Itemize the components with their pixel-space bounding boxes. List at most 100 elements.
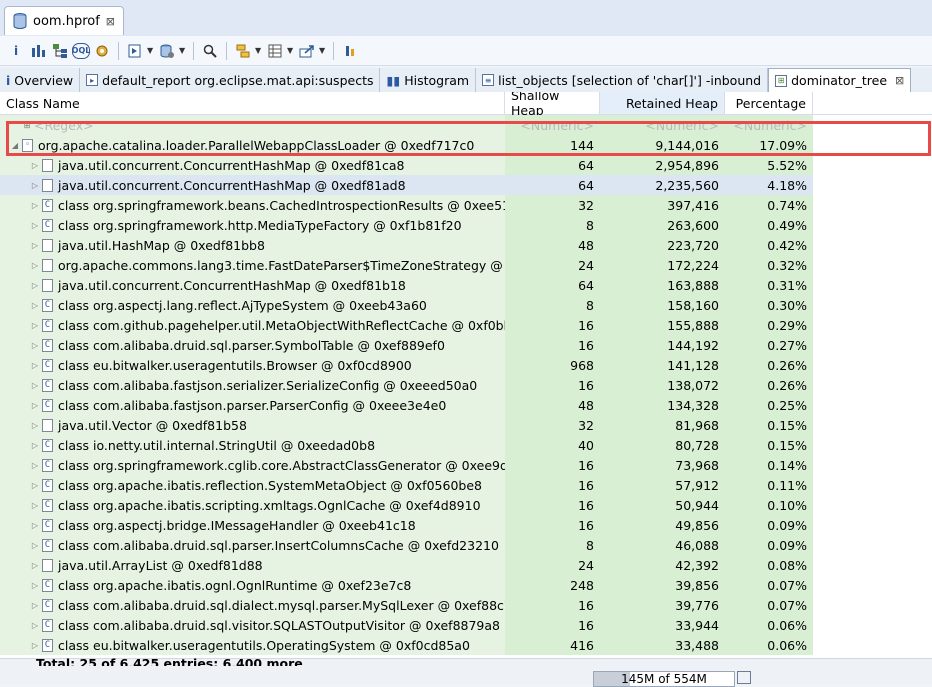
run-report-icon[interactable] [125,41,145,61]
garbage-collect-icon[interactable] [737,671,751,684]
row-retained: 50,944 [675,497,719,513]
chevron-right-icon[interactable]: ▷ [28,621,42,630]
chevron-right-icon[interactable]: ▷ [28,241,42,250]
export-icon[interactable] [297,41,317,61]
chevron-right-icon[interactable]: ▷ [28,501,42,510]
query-browser-icon[interactable] [157,41,177,61]
class-icon: C [42,578,53,592]
object-icon [42,558,53,572]
chevron-right-icon[interactable]: ▷ [28,221,42,230]
pin-icon[interactable] [340,41,360,61]
tab-dominator-tree[interactable]: ⊞ dominator_tree ⊠ [768,68,912,92]
class-icon: C [42,518,53,532]
tab-default-report[interactable]: ▸ default_report org.eclipse.mat.api:sus… [80,68,381,92]
tab-overview[interactable]: i Overview [0,68,81,92]
table-row[interactable]: ▷ Cclass com.alibaba.druid.sql.parser.Sym… [0,335,813,355]
tab-list-objects[interactable]: ≡ list_objects [selection of 'char[]'] -… [476,68,769,92]
table-row[interactable]: ▷ Cclass org.springframework.cglib.core.A… [0,455,813,475]
thread-icon[interactable] [92,41,112,61]
chevron-right-icon[interactable]: ▷ [28,521,42,530]
close-icon[interactable]: ⊠ [895,74,904,87]
table-row[interactable]: ▷ Cclass eu.bitwalker.useragentutils.Brow… [0,355,813,375]
chevron-down-icon[interactable]: ▼ [147,46,155,55]
info-icon[interactable]: i [6,41,26,61]
chevron-right-icon[interactable]: ▷ [28,341,42,350]
editor-tab-oom-hprof[interactable]: oom.hprof ⊠ [4,6,125,35]
column-header-shallow-heap[interactable]: Shallow Heap [505,92,600,118]
row-retained: 46,088 [675,537,719,553]
table-row[interactable]: ▷ Cclass eu.bitwalker.useragentutils.Oper… [0,635,813,655]
chevron-down-icon[interactable]: ▼ [179,46,187,55]
chevron-right-icon[interactable]: ▷ [28,541,42,550]
calculate-icon[interactable] [265,41,285,61]
table-row[interactable]: ▷ Cclass com.alibaba.druid.sql.visitor.SQ… [0,615,813,635]
heap-dump-icon [13,13,27,29]
table-row[interactable]: ▷ Cclass io.netty.util.internal.StringUti… [0,435,813,455]
toolbar-separator [226,41,227,60]
row-shallow: 16 [578,617,594,633]
toolbar-separator [193,41,194,60]
chevron-right-icon[interactable]: ▷ [28,301,42,310]
row-percentage: 0.06% [767,637,807,653]
table-row[interactable]: ▷ Cclass com.alibaba.druid.sql.parser.Ins… [0,535,813,555]
chevron-right-icon[interactable]: ▷ [28,261,42,270]
table-row[interactable]: ▷ java.util.Vector @ 0xedf81b58 32 81,968 0.… [0,415,813,435]
histogram-icon[interactable] [28,41,48,61]
chevron-right-icon[interactable]: ▷ [28,361,42,370]
table-row[interactable]: ▷ java.util.concurrent.ConcurrentHashMap … [0,275,813,295]
table-row[interactable]: ▷ Cclass org.springframework.http.MediaTy… [0,215,813,235]
column-header-retained-heap[interactable]: Retained Heap [600,92,725,114]
chevron-right-icon[interactable]: ▷ [28,321,42,330]
table-row[interactable]: ▷ Cclass com.alibaba.fastjson.parser.Pars… [0,395,813,415]
chevron-down-icon[interactable]: ▼ [319,46,327,55]
chevron-down-icon[interactable]: ▼ [287,46,295,55]
tab-label: Histogram [404,72,470,88]
table-row[interactable]: ▷ Cclass org.apache.ibatis.scripting.xmlt… [0,495,813,515]
chevron-right-icon[interactable]: ▷ [28,421,42,430]
chevron-right-icon[interactable]: ▷ [28,461,42,470]
chevron-right-icon[interactable]: ▷ [28,181,42,190]
column-header-class-name[interactable]: Class Name [0,92,505,114]
table-row[interactable]: ▷ java.util.concurrent.ConcurrentHashMap … [0,175,813,195]
tab-histogram[interactable]: ▮▮ Histogram [380,68,477,92]
row-percentage: 0.07% [767,577,807,593]
group-by-icon[interactable] [233,41,253,61]
chevron-right-icon[interactable]: ▷ [28,381,42,390]
table-row[interactable]: ▷ Cclass org.apache.ibatis.reflection.Sys… [0,475,813,495]
table-row[interactable]: ▷ org.apache.commons.lang3.time.FastDateP… [0,255,813,275]
chevron-right-icon[interactable]: ▷ [28,401,42,410]
table-row[interactable]: ▷ java.util.ArrayList @ 0xedf81d88 24 42,39… [0,555,813,575]
search-icon[interactable] [200,41,220,61]
table-row[interactable]: ▷ Cclass org.apache.ibatis.ognl.OgnlRunti… [0,575,813,595]
dominator-tree-icon[interactable] [50,41,70,61]
table-row[interactable]: ▷ Cclass org.springframework.beans.Cached… [0,195,813,215]
chevron-right-icon[interactable]: ▷ [28,641,42,650]
chevron-right-icon[interactable]: ▷ [28,481,42,490]
chevron-right-icon[interactable]: ▷ [28,441,42,450]
table-row[interactable]: ▷ Cclass org.aspectj.bridge.IMessageHandl… [0,515,813,535]
table-row[interactable]: ▷ java.util.HashMap @ 0xedf81bb8 48 223,720… [0,235,813,255]
row-retained: 39,776 [675,597,719,613]
table-row[interactable]: ▷ java.util.concurrent.ConcurrentHashMap … [0,155,813,175]
column-header-percentage[interactable]: Percentage [725,92,813,114]
oql-icon[interactable]: OQL [72,42,90,59]
row-retained: 172,224 [667,257,719,273]
row-shallow: 248 [570,577,594,593]
chevron-down-icon[interactable]: ▼ [255,46,263,55]
row-name: java.util.concurrent.ConcurrentHashMap @… [58,177,406,193]
chevron-right-icon[interactable]: ▷ [28,201,42,210]
chevron-right-icon[interactable]: ▷ [28,581,42,590]
row-percentage: 0.10% [767,497,807,513]
chevron-right-icon[interactable]: ▷ [28,601,42,610]
table-row[interactable]: ▷ Cclass org.aspectj.lang.reflect.AjTypeS… [0,295,813,315]
close-icon[interactable]: ⊠ [106,15,115,28]
heap-status[interactable]: 145M of 554M [593,671,735,687]
chevron-right-icon[interactable]: ▷ [28,281,42,290]
table-row[interactable]: ▷ Cclass com.github.pagehelper.util.MetaO… [0,315,813,335]
table-row[interactable]: ▷ Cclass com.alibaba.druid.sql.dialect.my… [0,595,813,615]
row-retained: 163,888 [667,277,719,293]
table-row[interactable]: ▷ Cclass com.alibaba.fastjson.serializer.… [0,375,813,395]
row-shallow: 16 [578,597,594,613]
chevron-right-icon[interactable]: ▷ [28,561,42,570]
chevron-right-icon[interactable]: ▷ [28,161,42,170]
